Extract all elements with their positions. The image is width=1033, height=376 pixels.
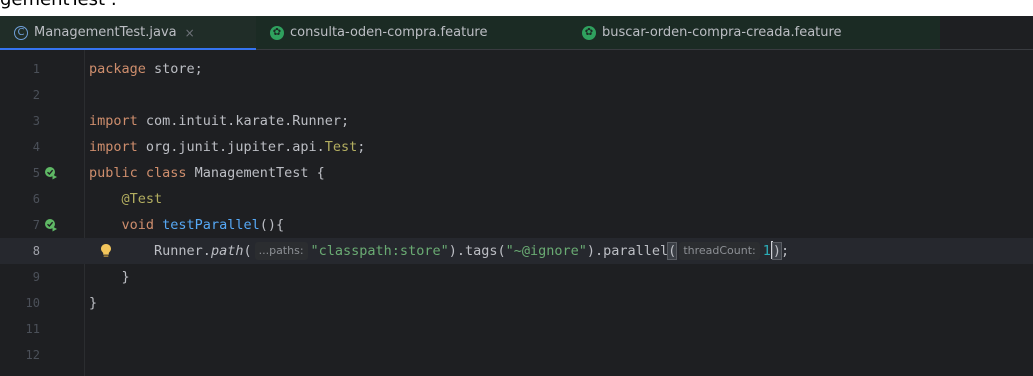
annotation: @Test [121, 191, 163, 207]
editor-tab-bar: C ManagementTest.java × ✿ consulta-oden-… [0, 16, 1033, 50]
string-literal: "classpath:store" [310, 243, 449, 259]
line-number: 6 [32, 192, 40, 206]
code-line[interactable]: 12 [0, 342, 1033, 368]
parameter-hint: threadCount: [679, 242, 760, 260]
keyword: import [89, 113, 138, 129]
code-token: ManagementTest { [186, 165, 325, 181]
string-literal: "~@ignore" [505, 243, 587, 259]
tab-label: consulta-oden-compra.feature [290, 25, 488, 40]
code-token: ; [781, 243, 790, 259]
line-number: 10 [25, 296, 40, 310]
keyword: import [89, 139, 138, 155]
cucumber-icon: ✿ [270, 25, 284, 40]
code-text[interactable]: import org.junit.jupiter.api.Test; [89, 134, 365, 160]
code-line[interactable]: 2 [0, 82, 1033, 108]
line-number: 11 [25, 322, 40, 336]
current-code-line[interactable]: 8 Runner.path(...paths: "classpath:store"… [0, 238, 1033, 264]
code-text[interactable]: public class ManagementTest { [89, 160, 325, 186]
code-token: (){ [259, 217, 285, 233]
line-number: 8 [32, 244, 40, 258]
parameter-hint: ...paths: [254, 242, 308, 260]
line-number: 5 [32, 166, 40, 180]
keyword: void [121, 217, 155, 233]
code-editor[interactable]: 1 package store; 2 3 import com.intuit.k… [0, 50, 1033, 376]
code-token: ; [357, 139, 366, 155]
matched-paren: ( [667, 242, 678, 260]
keyword: public class [89, 165, 187, 181]
code-text[interactable]: package store; [89, 56, 203, 82]
code-token: ).tags( [448, 243, 506, 259]
line-number: 4 [32, 140, 40, 154]
code-text[interactable]: Runner.path(...paths: "classpath:store").… [89, 238, 789, 264]
tab-label: ManagementTest.java [34, 25, 177, 40]
tab-buscar-orden-compra-creada-feature[interactable]: ✿ buscar-orden-compra-creada.feature [582, 16, 842, 49]
code-token: store; [145, 61, 203, 77]
code-line[interactable]: 10 } [0, 290, 1033, 316]
tab-consulta-oden-compra-feature[interactable]: ✿ consulta-oden-compra.feature [270, 16, 488, 49]
matched-paren: ) [771, 242, 783, 260]
line-number: 9 [32, 270, 40, 284]
static-method: path [210, 243, 244, 259]
code-token: ( [243, 243, 252, 259]
code-line[interactable]: 4 import org.junit.jupiter.api.Test; [0, 134, 1033, 160]
method-name: testParallel [162, 217, 260, 233]
tab-label: buscar-orden-compra-creada.feature [602, 25, 842, 40]
window-caption-strip: gementTest : [0, 0, 1033, 16]
close-tab-icon[interactable]: × [185, 26, 195, 40]
code-text[interactable]: @Test [89, 186, 163, 212]
code-text[interactable]: void testParallel(){ [89, 212, 285, 238]
code-line[interactable]: 9 } [0, 264, 1033, 290]
number-literal: 1 [762, 243, 771, 259]
line-number: 2 [32, 88, 40, 102]
code-token: com.intuit.karate.Runner; [137, 113, 350, 129]
window-caption-text: gementTest : [0, 0, 117, 10]
code-line[interactable]: 3 import com.intuit.karate.Runner; [0, 108, 1033, 134]
tab-management-test-java[interactable]: C ManagementTest.java × [0, 16, 256, 50]
run-test-icon[interactable] [44, 166, 58, 180]
line-number: 7 [32, 218, 40, 232]
code-text[interactable]: import com.intuit.karate.Runner; [89, 108, 349, 134]
code-text[interactable]: } [89, 290, 97, 316]
cucumber-icon: ✿ [582, 25, 596, 40]
keyword: package [89, 61, 146, 77]
code-text[interactable]: } [89, 264, 130, 290]
code-token: Runner. [154, 243, 211, 259]
code-token: org.junit.jupiter.api. [137, 139, 325, 155]
line-number: 3 [32, 114, 40, 128]
code-line[interactable]: 7 void testParallel(){ [0, 212, 1033, 238]
code-line[interactable]: 11 [0, 316, 1033, 342]
code-line[interactable]: 1 package store; [0, 56, 1033, 82]
line-number: 12 [25, 348, 40, 362]
run-test-icon[interactable] [44, 218, 58, 232]
code-line[interactable]: 6 @Test [0, 186, 1033, 212]
java-class-icon: C [14, 25, 28, 40]
class-reference: Test [324, 139, 358, 155]
code-token: ).parallel [586, 243, 669, 259]
code-line[interactable]: 5 public class ManagementTest { [0, 160, 1033, 186]
line-number: 1 [32, 62, 40, 76]
